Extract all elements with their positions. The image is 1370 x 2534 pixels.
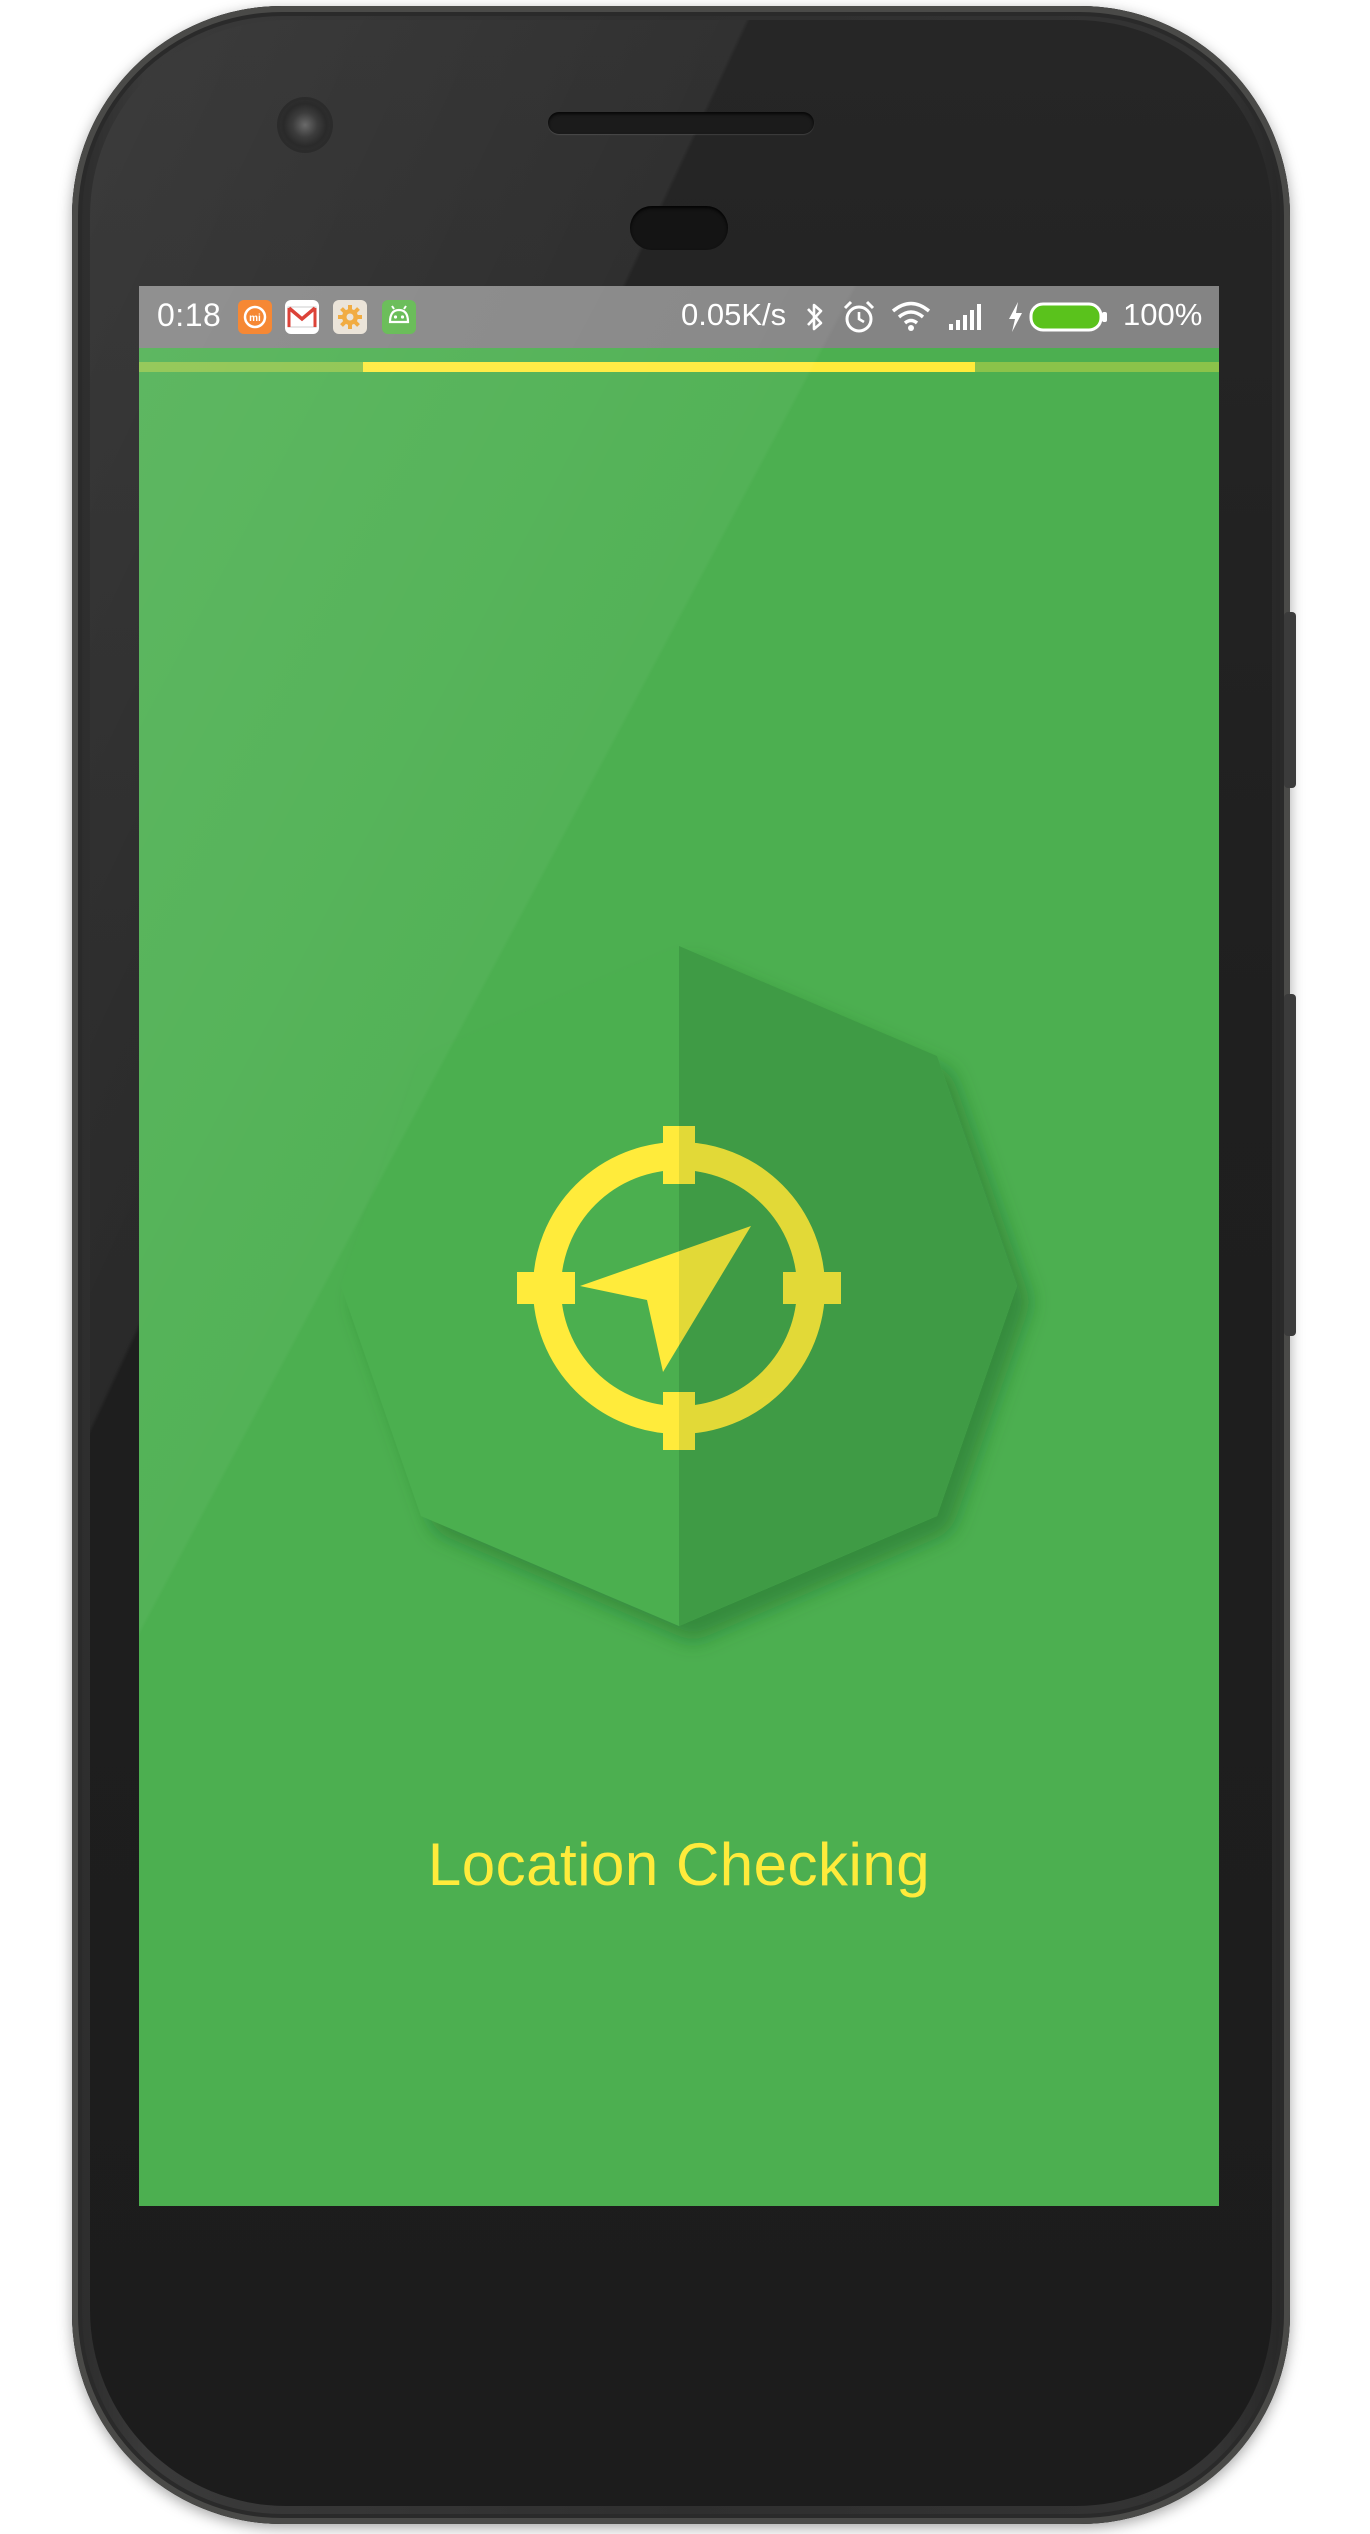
power-button	[1284, 612, 1296, 788]
alarm-icon	[841, 298, 877, 336]
settings-icon	[333, 300, 367, 334]
status-bar: 0:18 mi 0.05K/s 100%	[139, 286, 1219, 348]
wifi-icon	[891, 298, 931, 336]
charging-icon	[1005, 298, 1025, 336]
gmail-icon	[285, 300, 319, 334]
signal-icon	[947, 298, 985, 336]
proximity-sensor	[630, 206, 728, 250]
front-camera	[280, 100, 330, 150]
android-icon	[382, 300, 416, 334]
status-label: Location Checking	[427, 1831, 931, 1898]
bluetooth-icon	[803, 298, 827, 336]
location-badge	[341, 946, 1017, 1626]
svg-text:mi: mi	[249, 313, 261, 324]
network-speed: 0.05K/s	[681, 297, 787, 332]
device-frame: 0:18 mi 0.05K/s 100% Location Checking	[0, 0, 1370, 2534]
app-screen: 0:18 mi 0.05K/s 100% Location Checking	[139, 286, 1219, 2206]
mi-icon: mi	[238, 300, 272, 334]
battery-percent: 100%	[1123, 297, 1203, 332]
status-time: 0:18	[157, 297, 222, 333]
volume-button	[1284, 994, 1296, 1336]
progress-indicator	[363, 362, 975, 372]
battery-icon	[1029, 300, 1109, 338]
earpiece-speaker	[548, 112, 814, 134]
